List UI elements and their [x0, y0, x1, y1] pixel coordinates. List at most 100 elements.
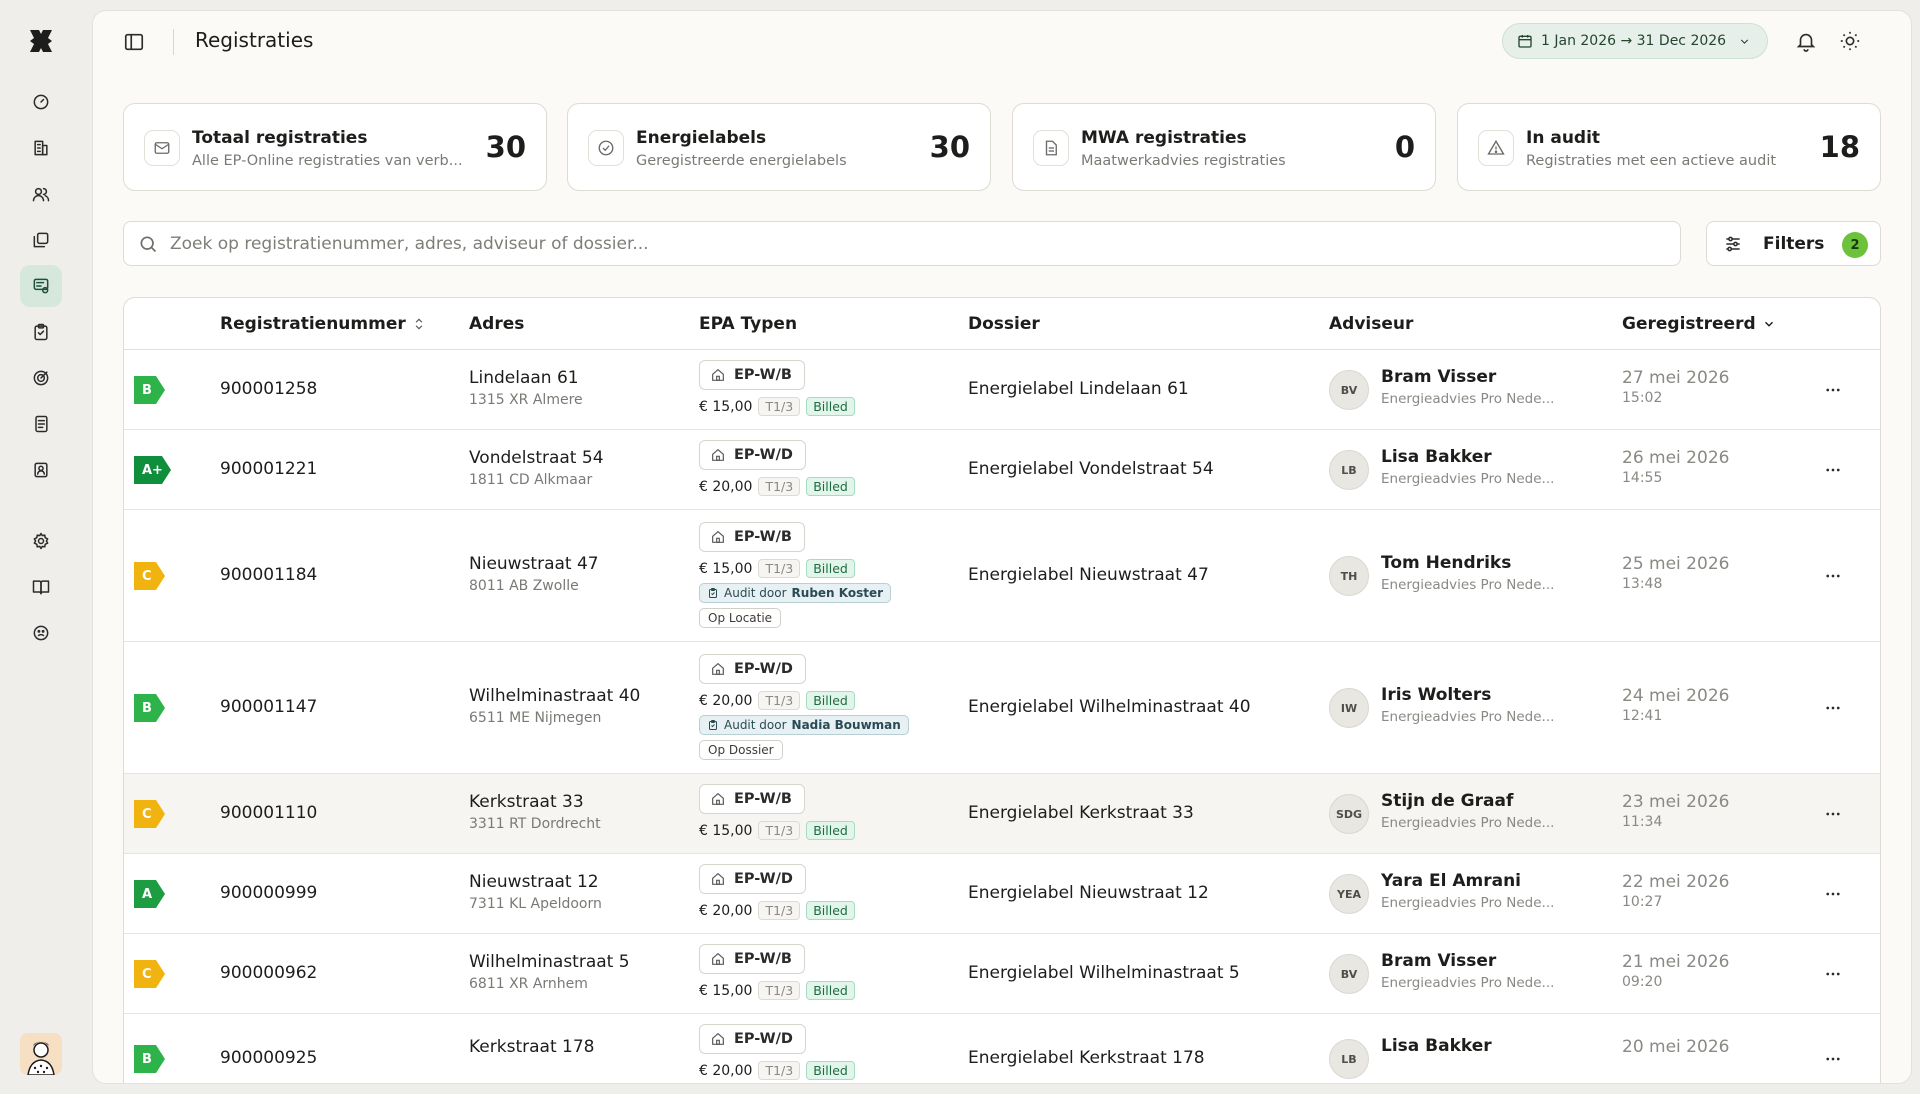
tarief-code-badge: T1/3: [758, 559, 801, 578]
table-row[interactable]: A+ 900001221 Vondelstraat 54 1811 CD Alkmaa…: [124, 430, 1880, 510]
energy-label-arrow: [156, 800, 165, 828]
nav-contacts[interactable]: [20, 449, 62, 491]
energy-label-text: C: [142, 966, 152, 982]
filters-button[interactable]: Filters 2: [1706, 221, 1881, 266]
advisor-avatar: BV: [1329, 954, 1369, 994]
registration-number[interactable]: 900000962: [220, 963, 317, 983]
bell-icon[interactable]: [1795, 30, 1817, 52]
nav-buildings[interactable]: [20, 127, 62, 169]
dossier-name[interactable]: Energielabel Lindelaan 61: [968, 379, 1189, 399]
advisor-avatar: BV: [1329, 370, 1369, 410]
nav-smiley[interactable]: [20, 612, 62, 654]
nav-users[interactable]: [20, 173, 62, 215]
advisor-organisation: Energieadvies Pro Nede...: [1381, 709, 1555, 725]
registered-date-cell: 20 mei 2026: [1622, 1037, 1729, 1059]
stat-card-audit[interactable]: In audit Registraties met een actieve au…: [1457, 103, 1881, 191]
table-row[interactable]: C 900001110 Kerkstraat 33 3311 RT Dordrecht…: [124, 774, 1880, 854]
user-avatar[interactable]: [20, 1033, 62, 1075]
table-row[interactable]: C 900000962 Wilhelminastraat 5 6811 XR Arnh…: [124, 934, 1880, 1014]
energy-label-text: C: [142, 806, 152, 822]
registered-date-cell: 24 mei 2026 12:41: [1622, 686, 1729, 724]
row-actions-button[interactable]: [1821, 378, 1845, 402]
registration-number[interactable]: 900001184: [220, 565, 317, 585]
column-label: Adviseur: [1329, 314, 1414, 334]
address-city: 1315 XR Almere: [469, 392, 583, 408]
nav-registrations[interactable]: [20, 265, 62, 307]
dossier-name[interactable]: Energielabel Wilhelminastraat 5: [968, 963, 1240, 983]
stat-card-subtitle: Alle EP-Online registraties van verb...: [192, 153, 463, 169]
search-input[interactable]: [124, 222, 1680, 265]
dossier-name[interactable]: Energielabel Kerkstraat 33: [968, 803, 1194, 823]
house-icon: [712, 368, 724, 381]
table-row[interactable]: B 900000925 Kerkstraat 178 EP-W/D € 20,00 T1/…: [124, 1014, 1880, 1083]
house-icon: [712, 792, 724, 805]
energy-label-arrow: [156, 376, 165, 404]
advisor-organisation: Energieadvies Pro Nede...: [1381, 975, 1555, 991]
date-range-label: 1 Jan 2026 → 31 Dec 2026: [1541, 33, 1727, 49]
table-row[interactable]: C 900001184 Nieuwstraat 47 8011 AB Zwolle EP…: [124, 510, 1880, 642]
sidebar-toggle-icon[interactable]: [123, 31, 145, 53]
column-header-geregistreerd[interactable]: Geregistreerd: [1622, 314, 1776, 334]
energy-label-arrow: [162, 456, 171, 484]
epa-cell: EP-W/B € 15,00 T1/3 Billed: [699, 360, 855, 416]
date-range-picker[interactable]: 1 Jan 2026 → 31 Dec 2026: [1502, 23, 1769, 59]
advisor-cell: Lisa Bakker: [1381, 1036, 1492, 1060]
table-row[interactable]: B 900001258 Lindelaan 61 1315 XR Almere EP-W…: [124, 350, 1880, 430]
row-actions-button[interactable]: [1821, 458, 1845, 482]
nav-target[interactable]: [20, 357, 62, 399]
registration-number[interactable]: 900000925: [220, 1048, 317, 1068]
table-row[interactable]: A 900000999 Nieuwstraat 12 7311 KL Apeldoor…: [124, 854, 1880, 934]
house-icon: [712, 872, 724, 885]
energy-label-text: A: [142, 886, 153, 902]
epa-meta: € 20,00 T1/3 Billed: [699, 1061, 855, 1080]
row-actions-button[interactable]: [1821, 1047, 1845, 1071]
column-header-registratienummer[interactable]: Registratienummer: [220, 314, 426, 334]
theme-toggle-sun-icon[interactable]: [1839, 30, 1861, 52]
dossier-name[interactable]: Energielabel Nieuwstraat 47: [968, 565, 1209, 585]
nav-dashboard[interactable]: [20, 81, 62, 123]
stat-card-value: 0: [1394, 130, 1415, 164]
stat-card-mwa[interactable]: MWA registraties Maatwerkadvies registra…: [1012, 103, 1436, 191]
epa-price: € 20,00: [699, 902, 753, 919]
house-icon: [712, 1032, 724, 1045]
row-actions-button[interactable]: [1821, 564, 1845, 588]
row-actions-button[interactable]: [1821, 696, 1845, 720]
nav-notebook[interactable]: [20, 403, 62, 445]
book-icon: [32, 580, 50, 595]
dossier-name[interactable]: Energielabel Nieuwstraat 12: [968, 883, 1209, 903]
nav-book[interactable]: [20, 566, 62, 608]
nav-files[interactable]: [20, 219, 62, 261]
column-header-adviseur: Adviseur: [1329, 314, 1413, 334]
sort-icon: [415, 318, 423, 330]
dossier-name[interactable]: Energielabel Kerkstraat 178: [968, 1048, 1205, 1068]
audit-prefix: Audit door: [724, 586, 787, 600]
dossier-name[interactable]: Energielabel Wilhelminastraat 40: [968, 697, 1251, 717]
search-icon: [140, 236, 157, 253]
epa-type-label: EP-W/B: [734, 367, 792, 383]
dossier-name[interactable]: Energielabel Vondelstraat 54: [968, 459, 1214, 479]
stat-card-energielabels[interactable]: Energielabels Geregistreerde energielabe…: [567, 103, 991, 191]
row-actions-button[interactable]: [1821, 882, 1845, 906]
billing-status-badge: Billed: [806, 1061, 855, 1080]
table-row[interactable]: B 900001147 Wilhelminastraat 40 6511 ME Nij…: [124, 642, 1880, 774]
epa-cell: EP-W/D € 20,00 T1/3 Billed: [699, 1024, 855, 1080]
tarief-code-badge: T1/3: [758, 1061, 801, 1080]
row-actions-button[interactable]: [1821, 962, 1845, 986]
registration-number[interactable]: 900001221: [220, 459, 317, 479]
stat-card-totaal[interactable]: Totaal registraties Alle EP-Online regis…: [123, 103, 547, 191]
stat-card-subtitle: Maatwerkadvies registraties: [1081, 153, 1286, 169]
nav-settings[interactable]: [20, 520, 62, 562]
more-icon: [1826, 388, 1840, 392]
nav-clipboard[interactable]: [20, 311, 62, 353]
registration-number[interactable]: 900001110: [220, 803, 317, 823]
address-city: 1811 CD Alkmaar: [469, 472, 593, 488]
row-actions-button[interactable]: [1821, 802, 1845, 826]
registration-number[interactable]: 900000999: [220, 883, 317, 903]
app-logo[interactable]: [26, 26, 56, 56]
advisor-cell: Bram Visser Energieadvies Pro Nede...: [1381, 367, 1554, 407]
epa-cell: EP-W/D € 20,00 T1/3 Billed: [699, 440, 855, 496]
column-label: Registratienummer: [220, 314, 406, 334]
stat-card-title: Totaal registraties: [192, 128, 368, 148]
registration-number[interactable]: 900001147: [220, 697, 317, 717]
registration-number[interactable]: 900001258: [220, 379, 317, 399]
